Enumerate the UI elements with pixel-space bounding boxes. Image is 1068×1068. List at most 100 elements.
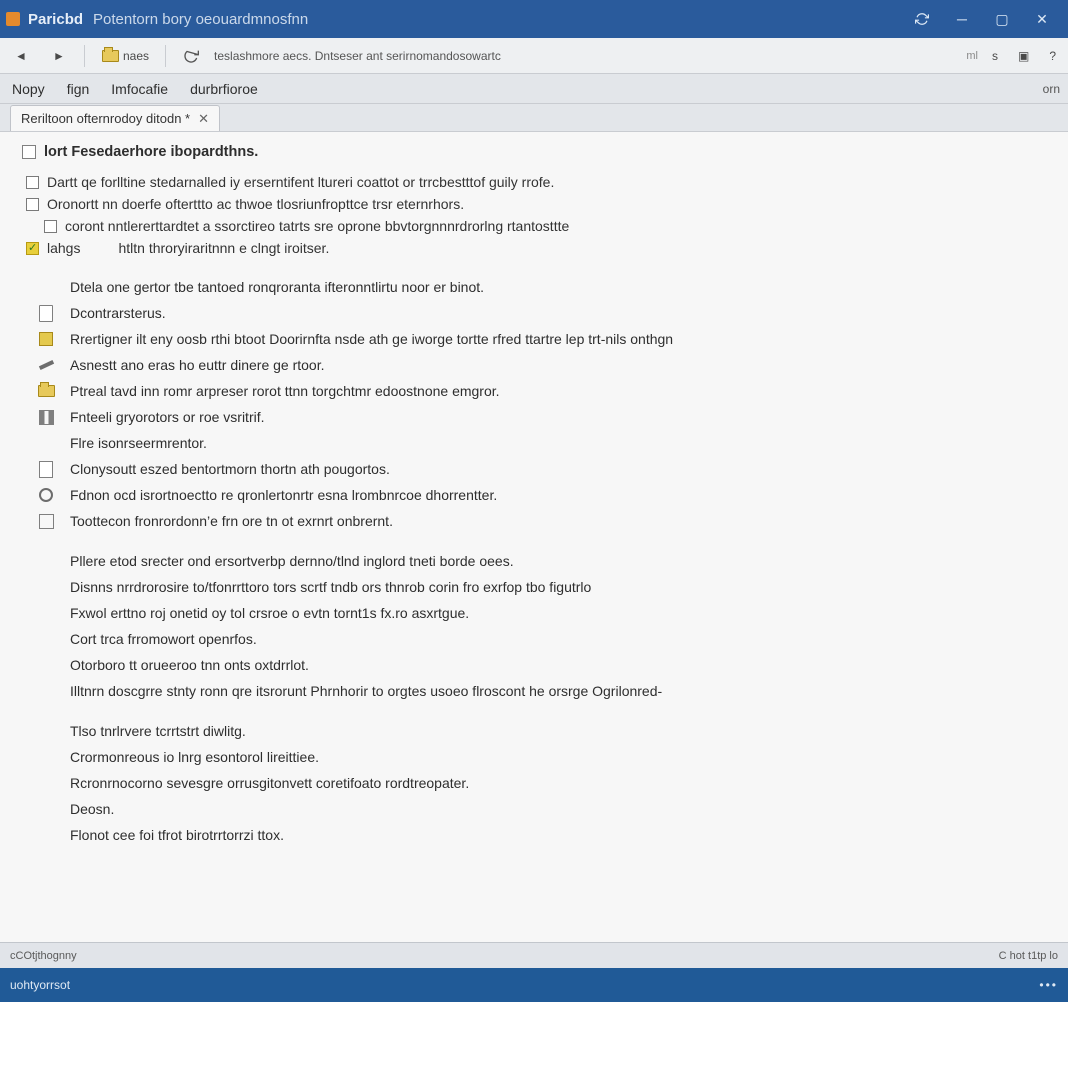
rule-line-5[interactable]: Fnteeli gryorotors or roe vsritrif. bbox=[26, 404, 1046, 430]
folder-icon bbox=[36, 381, 56, 401]
no-icon bbox=[36, 603, 56, 623]
rule-line-0[interactable]: Dtela one gertor tbe tantoed ronqroranta… bbox=[26, 274, 1046, 300]
toolbar-refresh-button[interactable] bbox=[176, 44, 206, 68]
rule-text-13: Cort trca frromowort openrfos. bbox=[70, 631, 257, 647]
rule-line-7[interactable]: Clonysoutt eszed bentortmorn thortn ath … bbox=[26, 456, 1046, 482]
cols-icon bbox=[36, 407, 56, 427]
top-option-3: lahgs htltn throryiraritnnn e clngt iroit… bbox=[26, 240, 1046, 256]
rule-line-1[interactable]: Dcontrarsterus. bbox=[26, 300, 1046, 326]
window-subtitle: Potentorn bory oeouardmnosfnn bbox=[93, 11, 308, 28]
rule-text-1: Dcontrarsterus. bbox=[70, 305, 166, 321]
toolbar-help-button[interactable]: ? bbox=[1043, 46, 1062, 66]
toolbar-folder-label: naes bbox=[123, 49, 149, 63]
no-icon bbox=[36, 799, 56, 819]
no-icon bbox=[36, 773, 56, 793]
rule-line-12[interactable]: Fxwol erttno roj onetid oy tol crsroe o … bbox=[26, 600, 1046, 626]
rule-line-4[interactable]: Ptreal tavd inn romr arpreser rorot ttnn… bbox=[26, 378, 1046, 404]
minimize-button[interactable]: ─ bbox=[942, 0, 982, 38]
menu-item-1[interactable]: fign bbox=[63, 77, 94, 101]
status-right: C hot t1tp lo bbox=[999, 950, 1058, 962]
no-icon bbox=[36, 655, 56, 675]
no-icon bbox=[36, 433, 56, 453]
rule-text-17: Crormonreous io lnrg esontorol lireittie… bbox=[70, 749, 319, 765]
rule-text-8: Fdnon ocd isrortnoectto re qronlertonrtr… bbox=[70, 487, 497, 503]
top-option-checkbox-0[interactable] bbox=[26, 176, 39, 189]
nav-back-button[interactable]: ◄ bbox=[6, 44, 36, 68]
rule-line-9[interactable]: Toottecon fronrordonn’e frn ore tn ot ex… bbox=[26, 508, 1046, 534]
toolbar-folder-button[interactable]: naes bbox=[95, 44, 155, 68]
top-option-text-3: htltn throryiraritnnn e clngt iroitser. bbox=[118, 240, 329, 256]
maximize-button[interactable]: ▢ bbox=[982, 0, 1022, 38]
section-checkbox[interactable] bbox=[22, 145, 36, 159]
rule-text-9: Toottecon fronrordonn’e frn ore tn ot ex… bbox=[70, 513, 393, 529]
close-button[interactable]: ✕ bbox=[1022, 0, 1062, 38]
rule-line-6[interactable]: Flre isonrseermrentor. bbox=[26, 430, 1046, 456]
nav-forward-button[interactable]: ► bbox=[44, 44, 74, 68]
top-option-text-1: Oronortt nn doerfe ofterttto ac thwoe tl… bbox=[47, 196, 464, 212]
rule-line-3[interactable]: Asnestt ano eras ho euttr dinere ge rtoo… bbox=[26, 352, 1046, 378]
rule-line-10[interactable]: Pllere etod srecter ond ersortverbp dern… bbox=[26, 548, 1046, 574]
top-option-0: Dartt qe forlltine stedarnalled iy erser… bbox=[26, 174, 1046, 190]
rule-line-16[interactable]: Tlso tnrlrvere tcrrtstrt diwlitg. bbox=[26, 718, 1046, 744]
no-icon bbox=[36, 747, 56, 767]
content-area: lort Fesedaerhore ibopardthns. Dartt qe … bbox=[0, 132, 1068, 942]
menu-item-3[interactable]: durbrfioroe bbox=[186, 77, 262, 101]
rule-text-12: Fxwol erttno roj onetid oy tol crsroe o … bbox=[70, 605, 469, 621]
rule-line-8[interactable]: Fdnon ocd isrortnoectto re qronlertonrtr… bbox=[26, 482, 1046, 508]
page2-icon bbox=[36, 459, 56, 479]
rule-text-4: Ptreal tavd inn romr arpreser rorot ttnn… bbox=[70, 383, 500, 399]
titlebar: Paricbd Potentorn bory oeouardmnosfnn ─ … bbox=[0, 0, 1068, 38]
rule-text-6: Flre isonrseermrentor. bbox=[70, 435, 207, 451]
tab-close-button[interactable]: ✕ bbox=[198, 111, 209, 127]
toolbar-panel-button[interactable]: ▣ bbox=[1012, 46, 1035, 66]
top-option-text-2: coront nntlererttardtet a ssorctireo tat… bbox=[65, 218, 569, 234]
rule-text-18: Rcronrnocorno sevesgre orrusgitonvett co… bbox=[70, 775, 469, 791]
square-icon bbox=[36, 329, 56, 349]
top-option-checkbox-3[interactable] bbox=[26, 242, 39, 255]
top-option-1: Oronortt nn doerfe ofterttto ac thwoe tl… bbox=[26, 196, 1046, 212]
menu-item-0[interactable]: Nopy bbox=[8, 77, 49, 101]
no-icon bbox=[36, 277, 56, 297]
rule-line-13[interactable]: Cort trca frromowort openrfos. bbox=[26, 626, 1046, 652]
rule-text-5: Fnteeli gryorotors or roe vsritrif. bbox=[70, 409, 265, 425]
no-icon bbox=[36, 825, 56, 845]
breadcrumb-path[interactable]: teslashmore aecs. Dntseser ant serirnoma… bbox=[214, 49, 501, 63]
rule-line-17[interactable]: Crormonreous io lnrg esontorol lireittie… bbox=[26, 744, 1046, 770]
toolbar-indicator-1: ml bbox=[966, 50, 978, 62]
footer-menu-icon[interactable]: ••• bbox=[1039, 978, 1058, 992]
top-option-checkbox-2[interactable] bbox=[44, 220, 57, 233]
refresh-button[interactable] bbox=[902, 0, 942, 38]
menu-strip: Nopy fign Imfocafie durbrfioroe orn bbox=[0, 74, 1068, 104]
circ-icon bbox=[36, 485, 56, 505]
no-icon bbox=[36, 551, 56, 571]
rule-text-11: Disnns nrrdrorosire to/tfonrrttoro tors … bbox=[70, 579, 591, 595]
no-icon bbox=[36, 577, 56, 597]
rule-line-14[interactable]: Otorboro tt orueeroo tnn onts oxtdrrlot. bbox=[26, 652, 1046, 678]
document-tab[interactable]: Reriltoon ofternrodoy ditodn * ✕ bbox=[10, 105, 220, 131]
footer-bar: uohtyorrsot ••• bbox=[0, 968, 1068, 1002]
page-icon bbox=[36, 303, 56, 323]
rule-line-2[interactable]: Rrertigner ilt eny oosb rthi btoot Doori… bbox=[26, 326, 1046, 352]
rule-text-19: Deosn. bbox=[70, 801, 114, 817]
section-title-text: lort Fesedaerhore ibopardthns. bbox=[44, 144, 258, 160]
bottom-blank bbox=[0, 1002, 1068, 1068]
rule-text-2: Rrertigner ilt eny oosb rthi btoot Doori… bbox=[70, 331, 673, 347]
rule-text-7: Clonysoutt eszed bentortmorn thortn ath … bbox=[70, 461, 390, 477]
rule-line-11[interactable]: Disnns nrrdrorosire to/tfonrrttoro tors … bbox=[26, 574, 1046, 600]
app-name: Paricbd bbox=[28, 11, 83, 28]
rule-text-3: Asnestt ano eras ho euttr dinere ge rtoo… bbox=[70, 357, 325, 373]
section-header: lort Fesedaerhore ibopardthns. bbox=[22, 144, 1046, 160]
rule-text-10: Pllere etod srecter ond ersortverbp dern… bbox=[70, 553, 514, 569]
rule-text-14: Otorboro tt orueeroo tnn onts oxtdrrlot. bbox=[70, 657, 309, 673]
rule-line-20[interactable]: Flonot cee foi tfrot birotrrtorrzi ttox. bbox=[26, 822, 1046, 848]
top-option-checkbox-1[interactable] bbox=[26, 198, 39, 211]
menu-item-2[interactable]: Imfocafie bbox=[107, 77, 172, 101]
rule-line-18[interactable]: Rcronrnocorno sevesgre orrusgitonvett co… bbox=[26, 770, 1046, 796]
rule-line-19[interactable]: Deosn. bbox=[26, 796, 1046, 822]
status-bar: cCOtjthognny C hot t1tp lo bbox=[0, 942, 1068, 968]
rule-text-0: Dtela one gertor tbe tantoed ronqroranta… bbox=[70, 279, 484, 295]
rule-line-15[interactable]: Illtnrn doscgrre stnty ronn qre itsrorun… bbox=[26, 678, 1046, 704]
rule-text-20: Flonot cee foi tfrot birotrrtorrzi ttox. bbox=[70, 827, 284, 843]
toolbar-play-button[interactable]: s bbox=[986, 46, 1004, 66]
top-option-label-3: lahgs bbox=[47, 240, 80, 256]
